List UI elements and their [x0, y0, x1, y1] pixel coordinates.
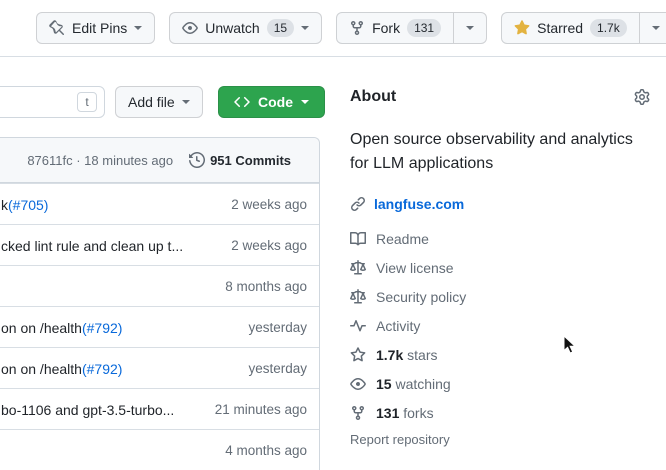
chevron-down-icon	[652, 26, 660, 30]
book-icon	[350, 231, 366, 247]
issue-link[interactable]: (#792)	[82, 320, 122, 336]
forks-count-badge: 131	[407, 19, 441, 37]
latest-commit-summary[interactable]: 87611fc · 18 minutes ago	[27, 153, 173, 168]
code-label: Code	[258, 94, 293, 110]
website-row: langfuse.com	[350, 194, 650, 214]
watching-link[interactable]: 15 watching	[350, 369, 650, 398]
activity-link[interactable]: Activity	[350, 311, 650, 340]
starred-label: Starred	[537, 20, 583, 36]
watchers-count-badge: 15	[267, 19, 294, 37]
chevron-down-icon	[301, 100, 309, 104]
gear-icon[interactable]	[634, 89, 650, 105]
commit-date: 4 months ago	[225, 443, 307, 458]
pin-icon	[49, 20, 65, 36]
code-button[interactable]: Code	[218, 86, 325, 118]
star-split-button: Starred 1.7k	[501, 12, 666, 44]
table-row[interactable]: on on /health (#792) yesterday	[0, 347, 319, 388]
unwatch-label: Unwatch	[205, 20, 259, 36]
stars-link[interactable]: 1.7k stars	[350, 340, 650, 369]
star-filled-icon	[514, 20, 530, 36]
forks-link[interactable]: 131 forks	[350, 398, 650, 427]
eye-icon	[182, 20, 198, 36]
unwatch-button[interactable]: Unwatch 15	[169, 12, 322, 44]
chevron-down-icon	[301, 26, 309, 30]
goto-file-shortcut-hint: t	[77, 92, 97, 112]
add-file-label: Add file	[128, 94, 175, 110]
fork-dropdown-button[interactable]	[453, 12, 487, 44]
law-icon	[350, 289, 366, 305]
commits-count-label: 951 Commits	[210, 153, 291, 168]
table-row[interactable]: on on /health (#792) yesterday	[0, 306, 319, 347]
eye-icon	[350, 376, 366, 392]
file-tree-table: 87611fc · 18 minutes ago 951 Commits k (…	[0, 137, 320, 470]
chevron-down-icon	[182, 100, 190, 104]
commit-date: yesterday	[248, 361, 307, 376]
chevron-down-icon	[466, 26, 474, 30]
website-link[interactable]: langfuse.com	[374, 196, 464, 212]
law-icon	[350, 260, 366, 276]
edit-pins-label: Edit Pins	[72, 20, 127, 36]
table-row[interactable]: 4 months ago	[0, 429, 319, 470]
about-links: Readme View license Security policy Acti…	[350, 224, 650, 427]
commit-date: 2 weeks ago	[231, 238, 307, 253]
about-sidebar: About Open source observability and anal…	[350, 88, 650, 447]
readme-link[interactable]: Readme	[350, 224, 650, 253]
commit-message: cked lint rule and clean up t...	[1, 225, 183, 266]
fork-label: Fork	[372, 20, 400, 36]
commit-message: k (#705)	[1, 184, 48, 225]
history-icon	[189, 152, 205, 168]
repo-description: Open source observability and analytics …	[350, 128, 650, 176]
view-license-link[interactable]: View license	[350, 253, 650, 282]
fork-split-button: Fork 131	[336, 12, 487, 44]
fork-button[interactable]: Fork 131	[336, 12, 453, 44]
security-policy-link[interactable]: Security policy	[350, 282, 650, 311]
commit-message: on on /health (#792)	[1, 348, 122, 389]
table-row[interactable]: k (#705) 2 weeks ago	[0, 183, 319, 224]
chevron-down-icon	[134, 26, 142, 30]
fork-icon	[350, 405, 366, 421]
commit-message: bo-1106 and gpt-3.5-turbo...	[1, 389, 174, 430]
commit-date: 8 months ago	[225, 279, 307, 294]
fork-icon	[349, 20, 365, 36]
commit-date: yesterday	[248, 320, 307, 335]
report-repository-link[interactable]: Report repository	[350, 432, 650, 447]
repo-action-toolbar: Edit Pins Unwatch 15 Fork 131 Starred 1.…	[0, 0, 666, 57]
latest-commit-bar: 87611fc · 18 minutes ago 951 Commits	[0, 138, 319, 183]
edit-pins-button[interactable]: Edit Pins	[36, 12, 155, 44]
add-file-button[interactable]: Add file	[115, 86, 203, 118]
about-title: About	[350, 88, 396, 106]
commit-date: 21 minutes ago	[215, 402, 307, 417]
issue-link[interactable]: (#705)	[8, 197, 48, 213]
pulse-icon	[350, 318, 366, 334]
table-row[interactable]: 8 months ago	[0, 265, 319, 306]
star-dropdown-button[interactable]	[639, 12, 666, 44]
commit-date: 2 weeks ago	[231, 197, 307, 212]
table-row[interactable]: bo-1106 and gpt-3.5-turbo... 21 minutes …	[0, 388, 319, 429]
commit-message: on on /health (#792)	[1, 307, 122, 348]
star-outline-icon	[350, 347, 366, 363]
starred-button[interactable]: Starred 1.7k	[501, 12, 639, 44]
go-to-file-input[interactable]: t	[0, 86, 105, 118]
issue-link[interactable]: (#792)	[82, 361, 122, 377]
code-icon	[234, 94, 250, 110]
commit-history-link[interactable]: 951 Commits	[189, 152, 291, 168]
link-icon	[350, 196, 366, 212]
table-row[interactable]: cked lint rule and clean up t... 2 weeks…	[0, 224, 319, 265]
stars-count-badge: 1.7k	[590, 19, 627, 37]
